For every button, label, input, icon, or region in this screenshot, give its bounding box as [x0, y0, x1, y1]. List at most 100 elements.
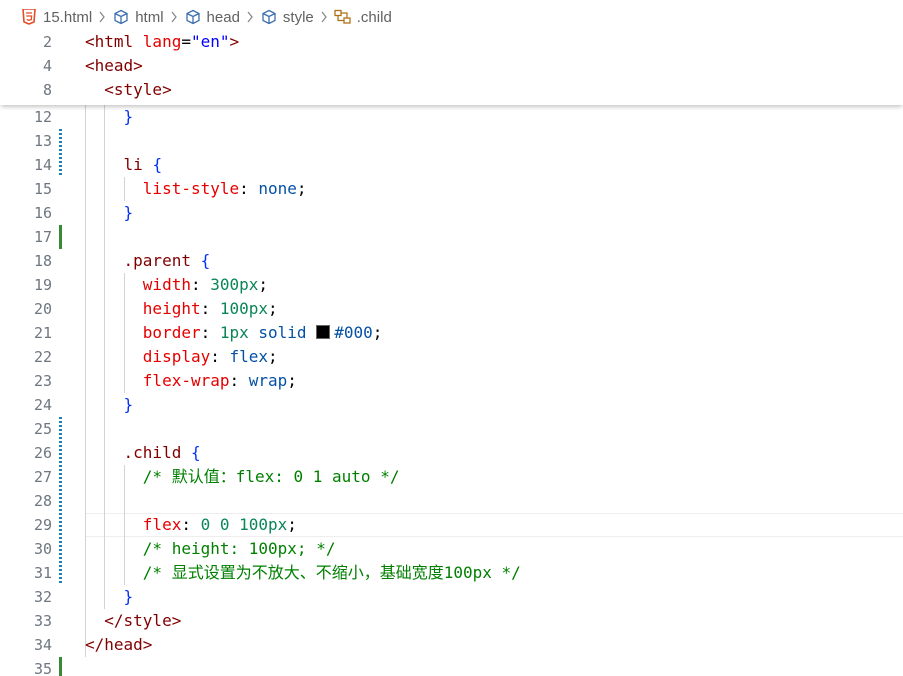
code-line[interactable]: 29 flex: 0 0 100px; [0, 513, 903, 537]
token-sel: li [85, 155, 153, 174]
token-punct: ; [287, 515, 297, 534]
code-text: } [85, 393, 134, 417]
breadcrumb-label: style [282, 8, 314, 26]
code-text: </style> [85, 609, 181, 633]
token-punct: ; [296, 179, 307, 198]
code-line[interactable]: 22 display: flex; [0, 345, 903, 369]
breadcrumb-label: 15.html [43, 8, 93, 26]
code-line[interactable]: 13 [0, 129, 903, 153]
token-val: none [258, 179, 297, 198]
sticky-scroll-header[interactable]: 2 <html lang="en"> 4 <head> 8 <style> [0, 30, 903, 105]
code-line[interactable]: 8 <style> [0, 78, 903, 102]
code-line[interactable]: 27 /* 默认值：flex: 0 1 auto */ [0, 465, 903, 489]
token-val: #000 [334, 323, 373, 342]
line-number: 34 [33, 636, 52, 654]
code-line[interactable]: 17 [0, 225, 903, 249]
line-number: 29 [33, 516, 52, 534]
code-line[interactable]: 4 <head> [0, 54, 903, 78]
code-line[interactable]: 2 <html lang="en"> [0, 30, 903, 54]
code-line[interactable]: 24 } [0, 393, 903, 417]
token-brace1: { [152, 155, 163, 174]
code-line[interactable]: 28 [0, 489, 903, 513]
indent-guide [104, 489, 106, 513]
modified-line-marker[interactable] [59, 129, 62, 153]
token-brace1: } [85, 587, 134, 606]
code-line[interactable]: 26 .child { [0, 441, 903, 465]
code-text: li { [85, 153, 163, 177]
code-line[interactable]: 31 /* 显式设置为不放大、不缩小，基础宽度100px */ [0, 561, 903, 585]
indent-guide [104, 129, 106, 153]
modified-line-marker[interactable] [59, 537, 62, 561]
code-line[interactable]: 19 width: 300px; [0, 273, 903, 297]
color-swatch[interactable] [316, 325, 331, 339]
line-number: 20 [33, 300, 52, 318]
token-comment: /* 显式设置为不放大、不缩小，基础宽度100px */ [85, 563, 521, 582]
code-text: border: 1px solid #000; [85, 321, 383, 345]
code-text: /* 默认值：flex: 0 1 auto */ [85, 465, 400, 489]
code-line[interactable]: 12 } [0, 105, 903, 129]
code-line[interactable]: 15 list-style: none; [0, 177, 903, 201]
modified-line-marker[interactable] [59, 513, 62, 537]
line-number: 18 [33, 252, 52, 270]
chevron-right-icon [94, 11, 110, 23]
code-line[interactable]: 18 .parent { [0, 249, 903, 273]
line-number: 12 [33, 108, 52, 126]
added-line-marker[interactable] [59, 657, 62, 676]
token-num: 1px [219, 323, 249, 342]
code-line[interactable]: 35 [0, 657, 903, 676]
line-number: 31 [33, 564, 52, 582]
token-attr: lang [142, 32, 182, 51]
code-text: <html lang="en"> [85, 30, 239, 54]
breadcrumb-item-style[interactable]: style [260, 8, 314, 26]
modified-line-marker[interactable] [59, 153, 62, 177]
token-prop: list-style [85, 179, 240, 198]
code-line[interactable]: 16 } [0, 201, 903, 225]
token-num: 100px [219, 299, 269, 318]
line-number: 25 [33, 420, 52, 438]
token-sel: .child [85, 443, 191, 462]
token-prop: flex-wrap [85, 371, 230, 390]
modified-line-marker[interactable] [59, 465, 62, 489]
css-selector-icon [334, 8, 352, 26]
code-line[interactable]: 34 </head> [0, 633, 903, 657]
added-line-marker[interactable] [59, 225, 62, 249]
token-num: 0 0 100px [200, 515, 288, 534]
code-line[interactable]: 14 li { [0, 153, 903, 177]
code-line[interactable]: 23 flex-wrap: wrap; [0, 369, 903, 393]
breadcrumb-item-child[interactable]: .child [334, 8, 392, 26]
code-editor[interactable]: 15.html html head style .child 2 <html l… [0, 0, 903, 676]
code-text: height: 100px; [85, 297, 278, 321]
code-line[interactable]: 33 </style> [0, 609, 903, 633]
code-text: .parent { [85, 249, 211, 273]
modified-line-marker[interactable] [59, 417, 62, 441]
code-line[interactable]: 32 } [0, 585, 903, 609]
line-number: 19 [33, 276, 52, 294]
code-line[interactable]: 25 [0, 417, 903, 441]
token-punct: ; [287, 371, 297, 390]
line-number: 13 [33, 132, 52, 150]
code-line[interactable]: 30 /* height: 100px; */ [0, 537, 903, 561]
line-number: 17 [33, 228, 52, 246]
token-brace1: { [190, 443, 201, 462]
code-area[interactable]: 12 } 13 14 li {15 list-style: none; 16 } 17 1… [0, 105, 903, 676]
code-line[interactable]: 20 height: 100px; [0, 297, 903, 321]
chevron-right-icon [166, 11, 182, 23]
modified-line-marker[interactable] [59, 561, 62, 585]
line-number: 14 [33, 156, 52, 174]
modified-line-marker[interactable] [59, 441, 62, 465]
code-line[interactable]: 21 border: 1px solid #000; [0, 321, 903, 345]
breadcrumb-item-head[interactable]: head [184, 8, 240, 26]
token-comment: /* height: 100px; */ [85, 539, 336, 558]
line-number: 28 [33, 492, 52, 510]
code-text: /* 显式设置为不放大、不缩小，基础宽度100px */ [85, 561, 521, 585]
code-text: list-style: none; [85, 177, 307, 201]
line-number: 16 [33, 204, 52, 222]
breadcrumb-item-html[interactable]: html [112, 8, 164, 26]
code-text: <style> [85, 78, 171, 102]
modified-line-marker[interactable] [59, 489, 62, 513]
indent-guide [123, 489, 125, 513]
line-number: 33 [33, 612, 52, 630]
breadcrumb-item-file[interactable]: 15.html [20, 8, 92, 26]
indent-guide [104, 225, 106, 249]
line-number: 22 [33, 348, 52, 366]
